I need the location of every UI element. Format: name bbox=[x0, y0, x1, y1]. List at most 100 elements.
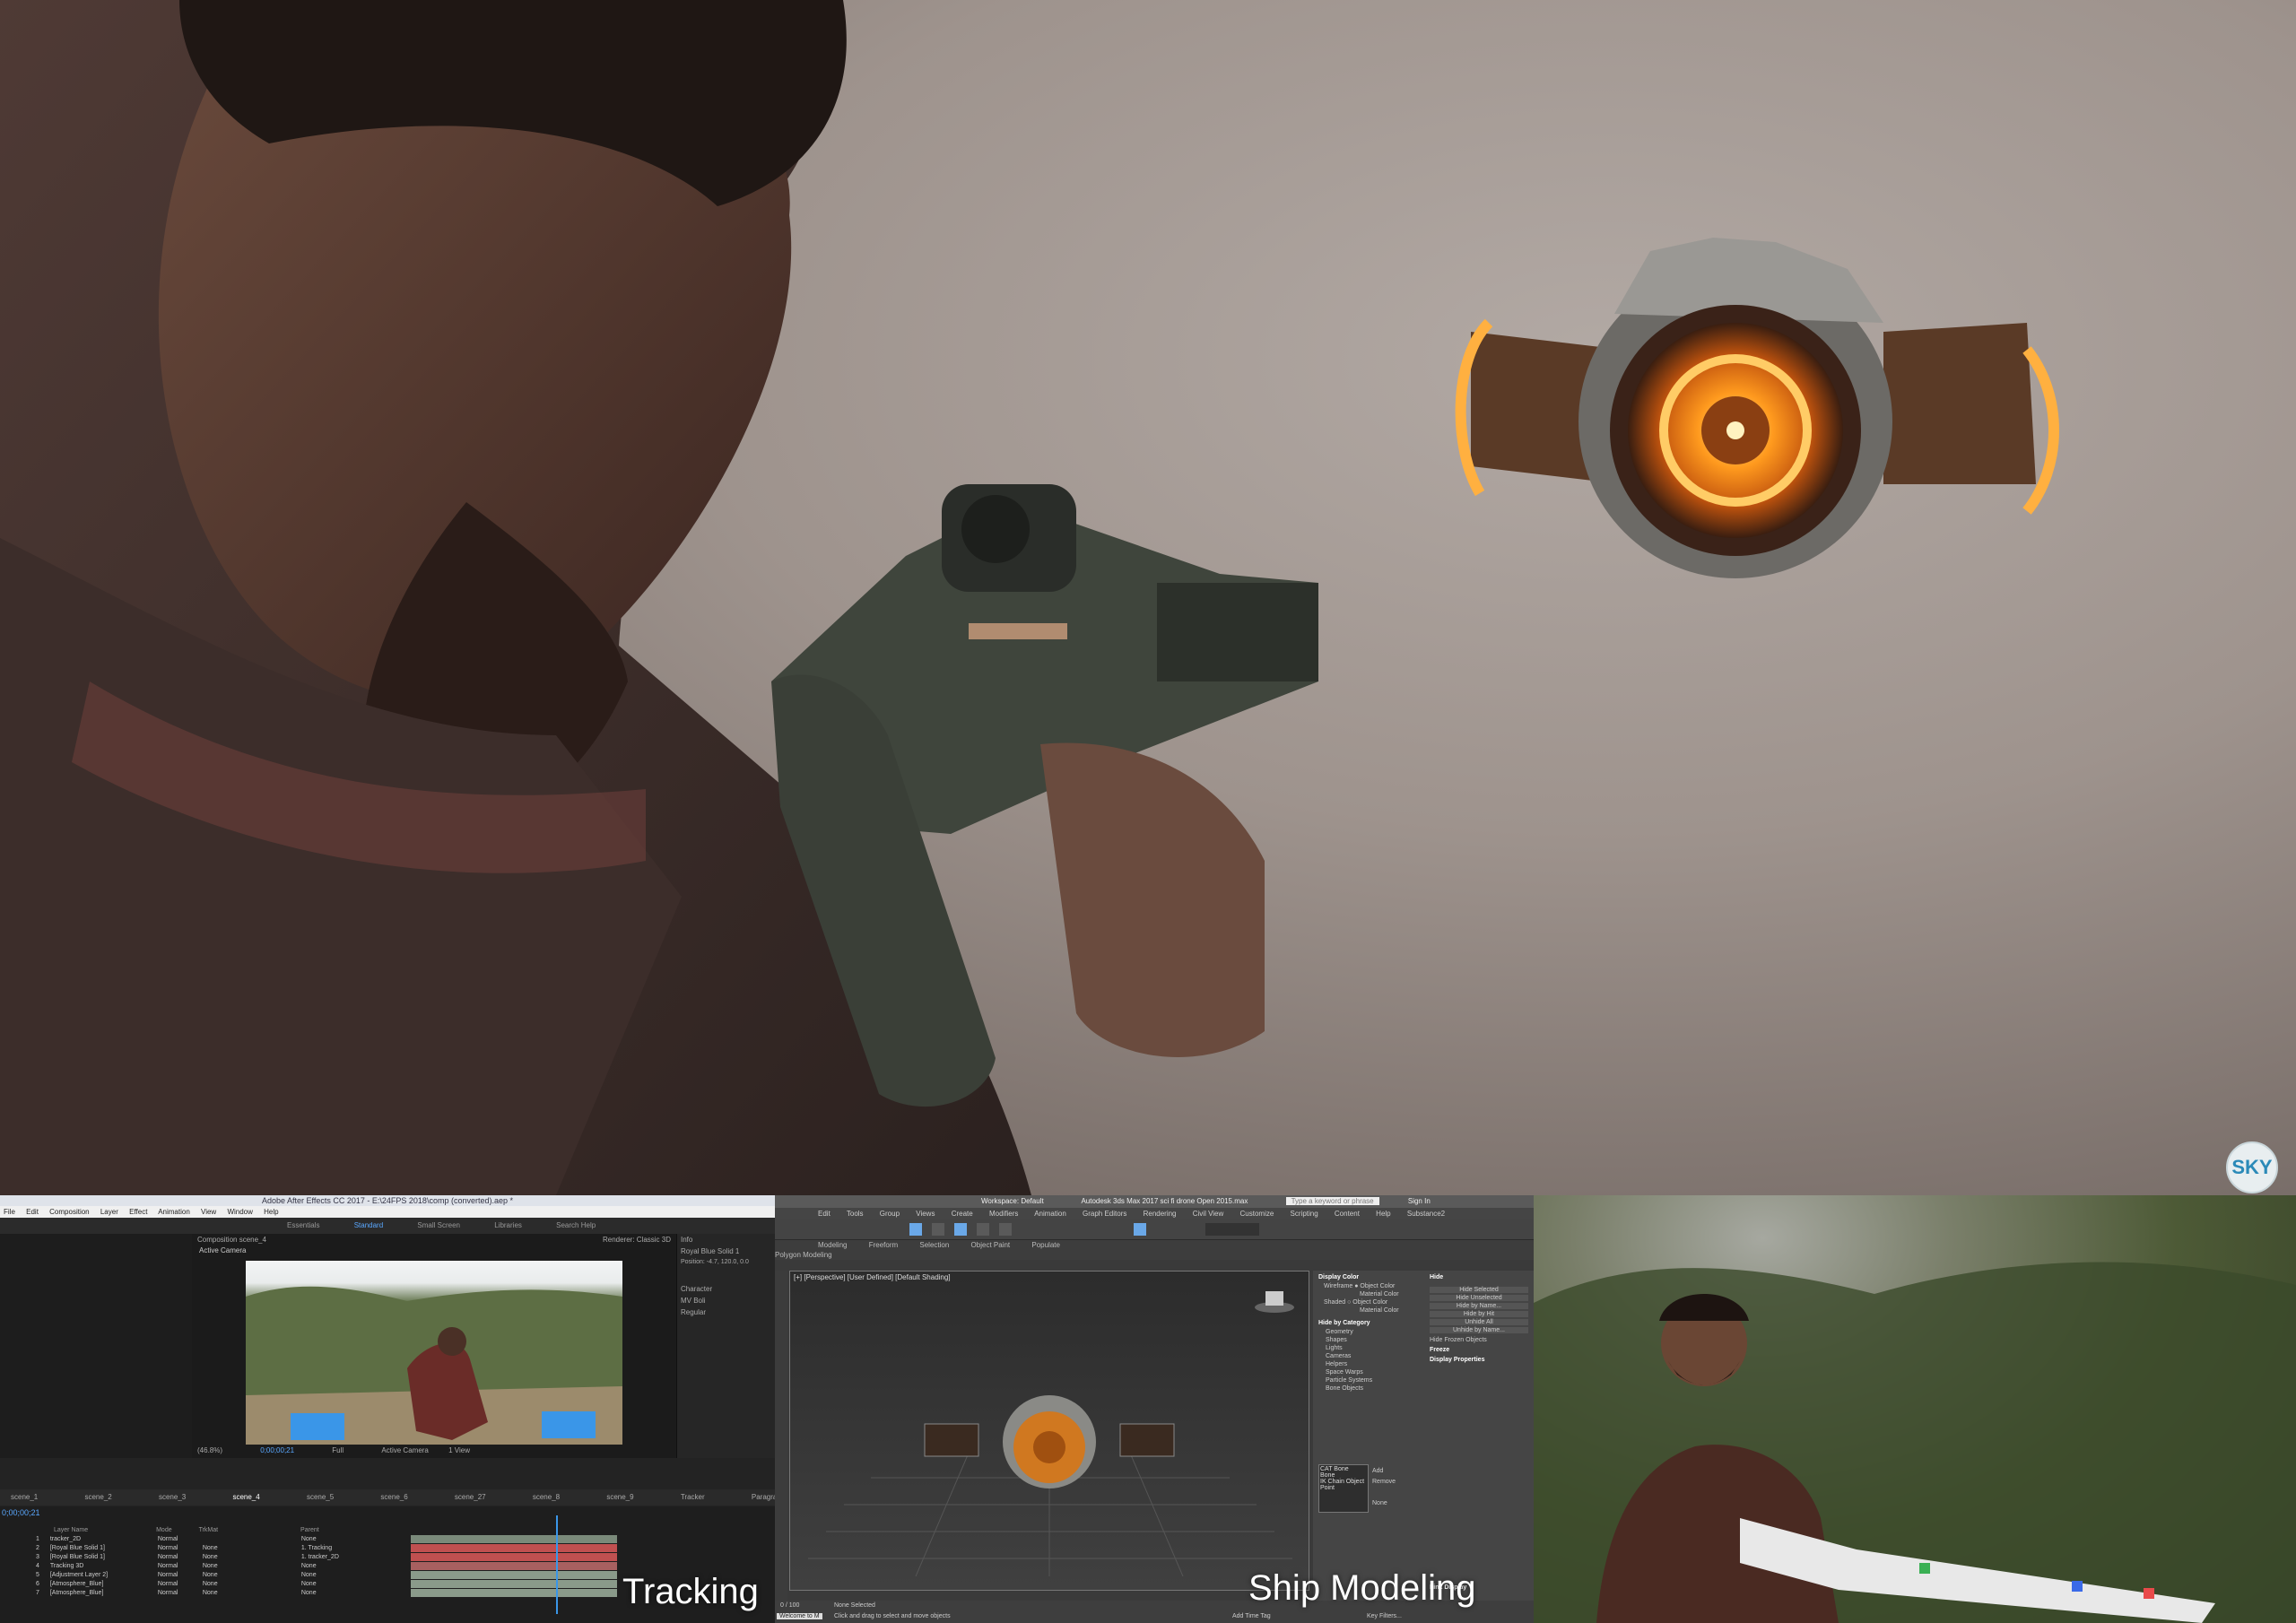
table-row[interactable]: 1 tracker_2D Normal None bbox=[0, 1535, 408, 1543]
max-menu-graph-editors[interactable]: Graph Editors bbox=[1083, 1210, 1126, 1218]
freeze-rollout[interactable]: Freeze bbox=[1430, 1347, 1528, 1353]
max-menu-content[interactable]: Content bbox=[1335, 1210, 1360, 1218]
viewport-label[interactable]: [+] [Perspective] [User Defined] [Defaul… bbox=[794, 1273, 951, 1281]
ae-menu-composition[interactable]: Composition bbox=[49, 1208, 89, 1216]
comp-viewer[interactable] bbox=[246, 1261, 622, 1445]
hide-unselected-button[interactable]: Hide Unselected bbox=[1430, 1295, 1528, 1301]
ae-menu-help[interactable]: Help bbox=[264, 1208, 278, 1216]
timeline-tab-scene-4[interactable]: scene_4 bbox=[232, 1493, 259, 1501]
max-menu-group[interactable]: Group bbox=[880, 1210, 900, 1218]
remove-button[interactable]: Remove bbox=[1372, 1479, 1396, 1485]
paragraph-tab[interactable]: Paragraph bbox=[752, 1493, 775, 1501]
comp-tab[interactable]: Composition scene_4 bbox=[197, 1236, 266, 1244]
max-viewport[interactable]: [+] [Perspective] [User Defined] [Defaul… bbox=[789, 1271, 1309, 1591]
max-menu-tools[interactable]: Tools bbox=[847, 1210, 864, 1218]
resolution-select[interactable]: Full bbox=[332, 1446, 344, 1454]
hide-rollout[interactable]: Hide bbox=[1430, 1274, 1443, 1280]
zoom-level[interactable]: (46.8%) bbox=[197, 1446, 222, 1454]
timeline-tab-scene-3[interactable]: scene_3 bbox=[159, 1493, 186, 1501]
layer-track[interactable] bbox=[411, 1553, 617, 1561]
hide-by-hit-button[interactable]: Hide by Hit bbox=[1430, 1311, 1528, 1317]
category-particle-systems[interactable]: Particle Systems bbox=[1313, 1376, 1534, 1384]
workspace-essentials[interactable]: Essentials bbox=[287, 1221, 319, 1229]
timeline-tab-scene-27[interactable]: scene_27 bbox=[455, 1493, 486, 1501]
timeline-tab-scene-5[interactable]: scene_5 bbox=[307, 1493, 334, 1501]
layer-track[interactable] bbox=[411, 1562, 617, 1570]
table-row[interactable]: 6 [Atmosphere_Blue] Normal None None bbox=[0, 1580, 408, 1588]
workspace-select[interactable]: Workspace: Default bbox=[981, 1197, 1044, 1205]
ae-menu-file[interactable]: File bbox=[4, 1208, 15, 1216]
table-row[interactable]: 4 Tracking 3D Normal None None bbox=[0, 1562, 408, 1570]
workspace-standard[interactable]: Standard bbox=[354, 1221, 383, 1229]
comp-timecode[interactable]: 0;00;00;21 bbox=[260, 1446, 294, 1454]
ae-menu-animation[interactable]: Animation bbox=[158, 1208, 190, 1216]
font-style-select[interactable]: Regular bbox=[677, 1306, 775, 1318]
ae-menu-window[interactable]: Window bbox=[227, 1208, 252, 1216]
table-row[interactable]: 7 [Atmosphere_Blue] Normal None None bbox=[0, 1589, 408, 1597]
unhide-by-name-button[interactable]: Unhide by Name... bbox=[1430, 1327, 1528, 1333]
max-menu-animation[interactable]: Animation bbox=[1034, 1210, 1066, 1218]
category-bone-objects[interactable]: Bone Objects bbox=[1313, 1384, 1534, 1393]
ribbon-tab-populate[interactable]: Populate bbox=[1031, 1241, 1060, 1249]
font-select[interactable]: MV Boli bbox=[677, 1295, 775, 1306]
timeline-timecode[interactable]: 0;00;00;21 bbox=[2, 1508, 40, 1517]
ribbon-tab-modeling[interactable]: Modeling bbox=[818, 1241, 847, 1249]
ae-menu-edit[interactable]: Edit bbox=[26, 1208, 39, 1216]
ae-menu-effect[interactable]: Effect bbox=[129, 1208, 147, 1216]
ribbon-polygon-modeling[interactable]: Polygon Modeling bbox=[775, 1251, 832, 1259]
ribbon-tab-selection[interactable]: Selection bbox=[919, 1241, 949, 1249]
table-row[interactable]: 3 [Royal Blue Solid 1] Normal None 1. track… bbox=[0, 1553, 408, 1561]
max-menu-substance2[interactable]: Substance2 bbox=[1407, 1210, 1445, 1218]
workspace-small-screen[interactable]: Small Screen bbox=[417, 1221, 460, 1229]
frame-slider[interactable]: 0 / 100 bbox=[780, 1602, 799, 1609]
view-layout-select[interactable]: 1 View bbox=[448, 1446, 470, 1454]
add-button[interactable]: Add bbox=[1372, 1468, 1383, 1474]
layer-track[interactable] bbox=[411, 1544, 617, 1552]
display-properties-rollout[interactable]: Display Properties bbox=[1430, 1357, 1528, 1363]
add-time-tag[interactable]: Add Time Tag bbox=[1232, 1613, 1271, 1619]
viewcube-icon[interactable] bbox=[1255, 1291, 1294, 1313]
ae-menu-layer[interactable]: Layer bbox=[100, 1208, 118, 1216]
camera-view-select[interactable]: Active Camera bbox=[381, 1446, 428, 1454]
layer-track[interactable] bbox=[411, 1571, 617, 1579]
max-menu-customize[interactable]: Customize bbox=[1240, 1210, 1274, 1218]
playhead[interactable] bbox=[556, 1515, 558, 1614]
timeline-tab-scene-2[interactable]: scene_2 bbox=[84, 1493, 111, 1501]
info-tab[interactable]: Info bbox=[677, 1234, 775, 1245]
maxscript-listener[interactable]: Welcome to M bbox=[777, 1613, 822, 1619]
sign-in-button[interactable]: Sign In bbox=[1408, 1197, 1431, 1205]
category-list[interactable]: CAT Bone Bone IK Chain Object Point bbox=[1318, 1464, 1369, 1513]
max-menu-views[interactable]: Views bbox=[916, 1210, 935, 1218]
tracker-tab[interactable]: Tracker bbox=[681, 1493, 705, 1501]
unhide-all-button[interactable]: Unhide All bbox=[1430, 1319, 1528, 1325]
hide-selected-button[interactable]: Hide Selected bbox=[1430, 1287, 1528, 1293]
max-menu-modifiers[interactable]: Modifiers bbox=[989, 1210, 1018, 1218]
none-button[interactable]: None bbox=[1372, 1500, 1387, 1506]
max-search-input[interactable]: Type a keyword or phrase bbox=[1285, 1197, 1379, 1205]
ribbon-tab-object-paint[interactable]: Object Paint bbox=[971, 1241, 1011, 1249]
ae-menu-view[interactable]: View bbox=[201, 1208, 216, 1216]
timeline-tab-scene-8[interactable]: scene_8 bbox=[533, 1493, 560, 1501]
layer-track[interactable] bbox=[411, 1589, 617, 1597]
ribbon-tab-freeform[interactable]: Freeform bbox=[869, 1241, 898, 1249]
category-space-warps[interactable]: Space Warps bbox=[1313, 1368, 1534, 1376]
max-menu-scripting[interactable]: Scripting bbox=[1291, 1210, 1318, 1218]
display-color-rollout[interactable]: Display Color bbox=[1313, 1271, 1534, 1282]
workspace-libraries[interactable]: Libraries bbox=[494, 1221, 522, 1229]
table-row[interactable]: 5 [Adjustment Layer 2] Normal None None bbox=[0, 1571, 408, 1579]
max-menu-create[interactable]: Create bbox=[952, 1210, 973, 1218]
hide-frozen-checkbox[interactable]: Hide Frozen Objects bbox=[1430, 1337, 1528, 1343]
timeline-tab-scene-9[interactable]: scene_9 bbox=[606, 1493, 633, 1501]
layer-track[interactable] bbox=[411, 1535, 617, 1543]
hide-by-name-button[interactable]: Hide by Name... bbox=[1430, 1303, 1528, 1309]
layer-track[interactable] bbox=[411, 1580, 617, 1588]
timeline-tab-scene-6[interactable]: scene_6 bbox=[380, 1493, 407, 1501]
search-help-input[interactable]: Search Help bbox=[556, 1221, 596, 1229]
table-row[interactable]: 2 [Royal Blue Solid 1] Normal None 1. Track… bbox=[0, 1544, 408, 1552]
timeline-tab-scene-1[interactable]: scene_1 bbox=[11, 1493, 38, 1501]
character-tab[interactable]: Character bbox=[677, 1267, 775, 1295]
max-menu-help[interactable]: Help bbox=[1376, 1210, 1390, 1218]
max-menu-rendering[interactable]: Rendering bbox=[1144, 1210, 1177, 1218]
key-filters-button[interactable]: Key Filters... bbox=[1367, 1613, 1402, 1619]
max-menu-civil-view[interactable]: Civil View bbox=[1193, 1210, 1224, 1218]
